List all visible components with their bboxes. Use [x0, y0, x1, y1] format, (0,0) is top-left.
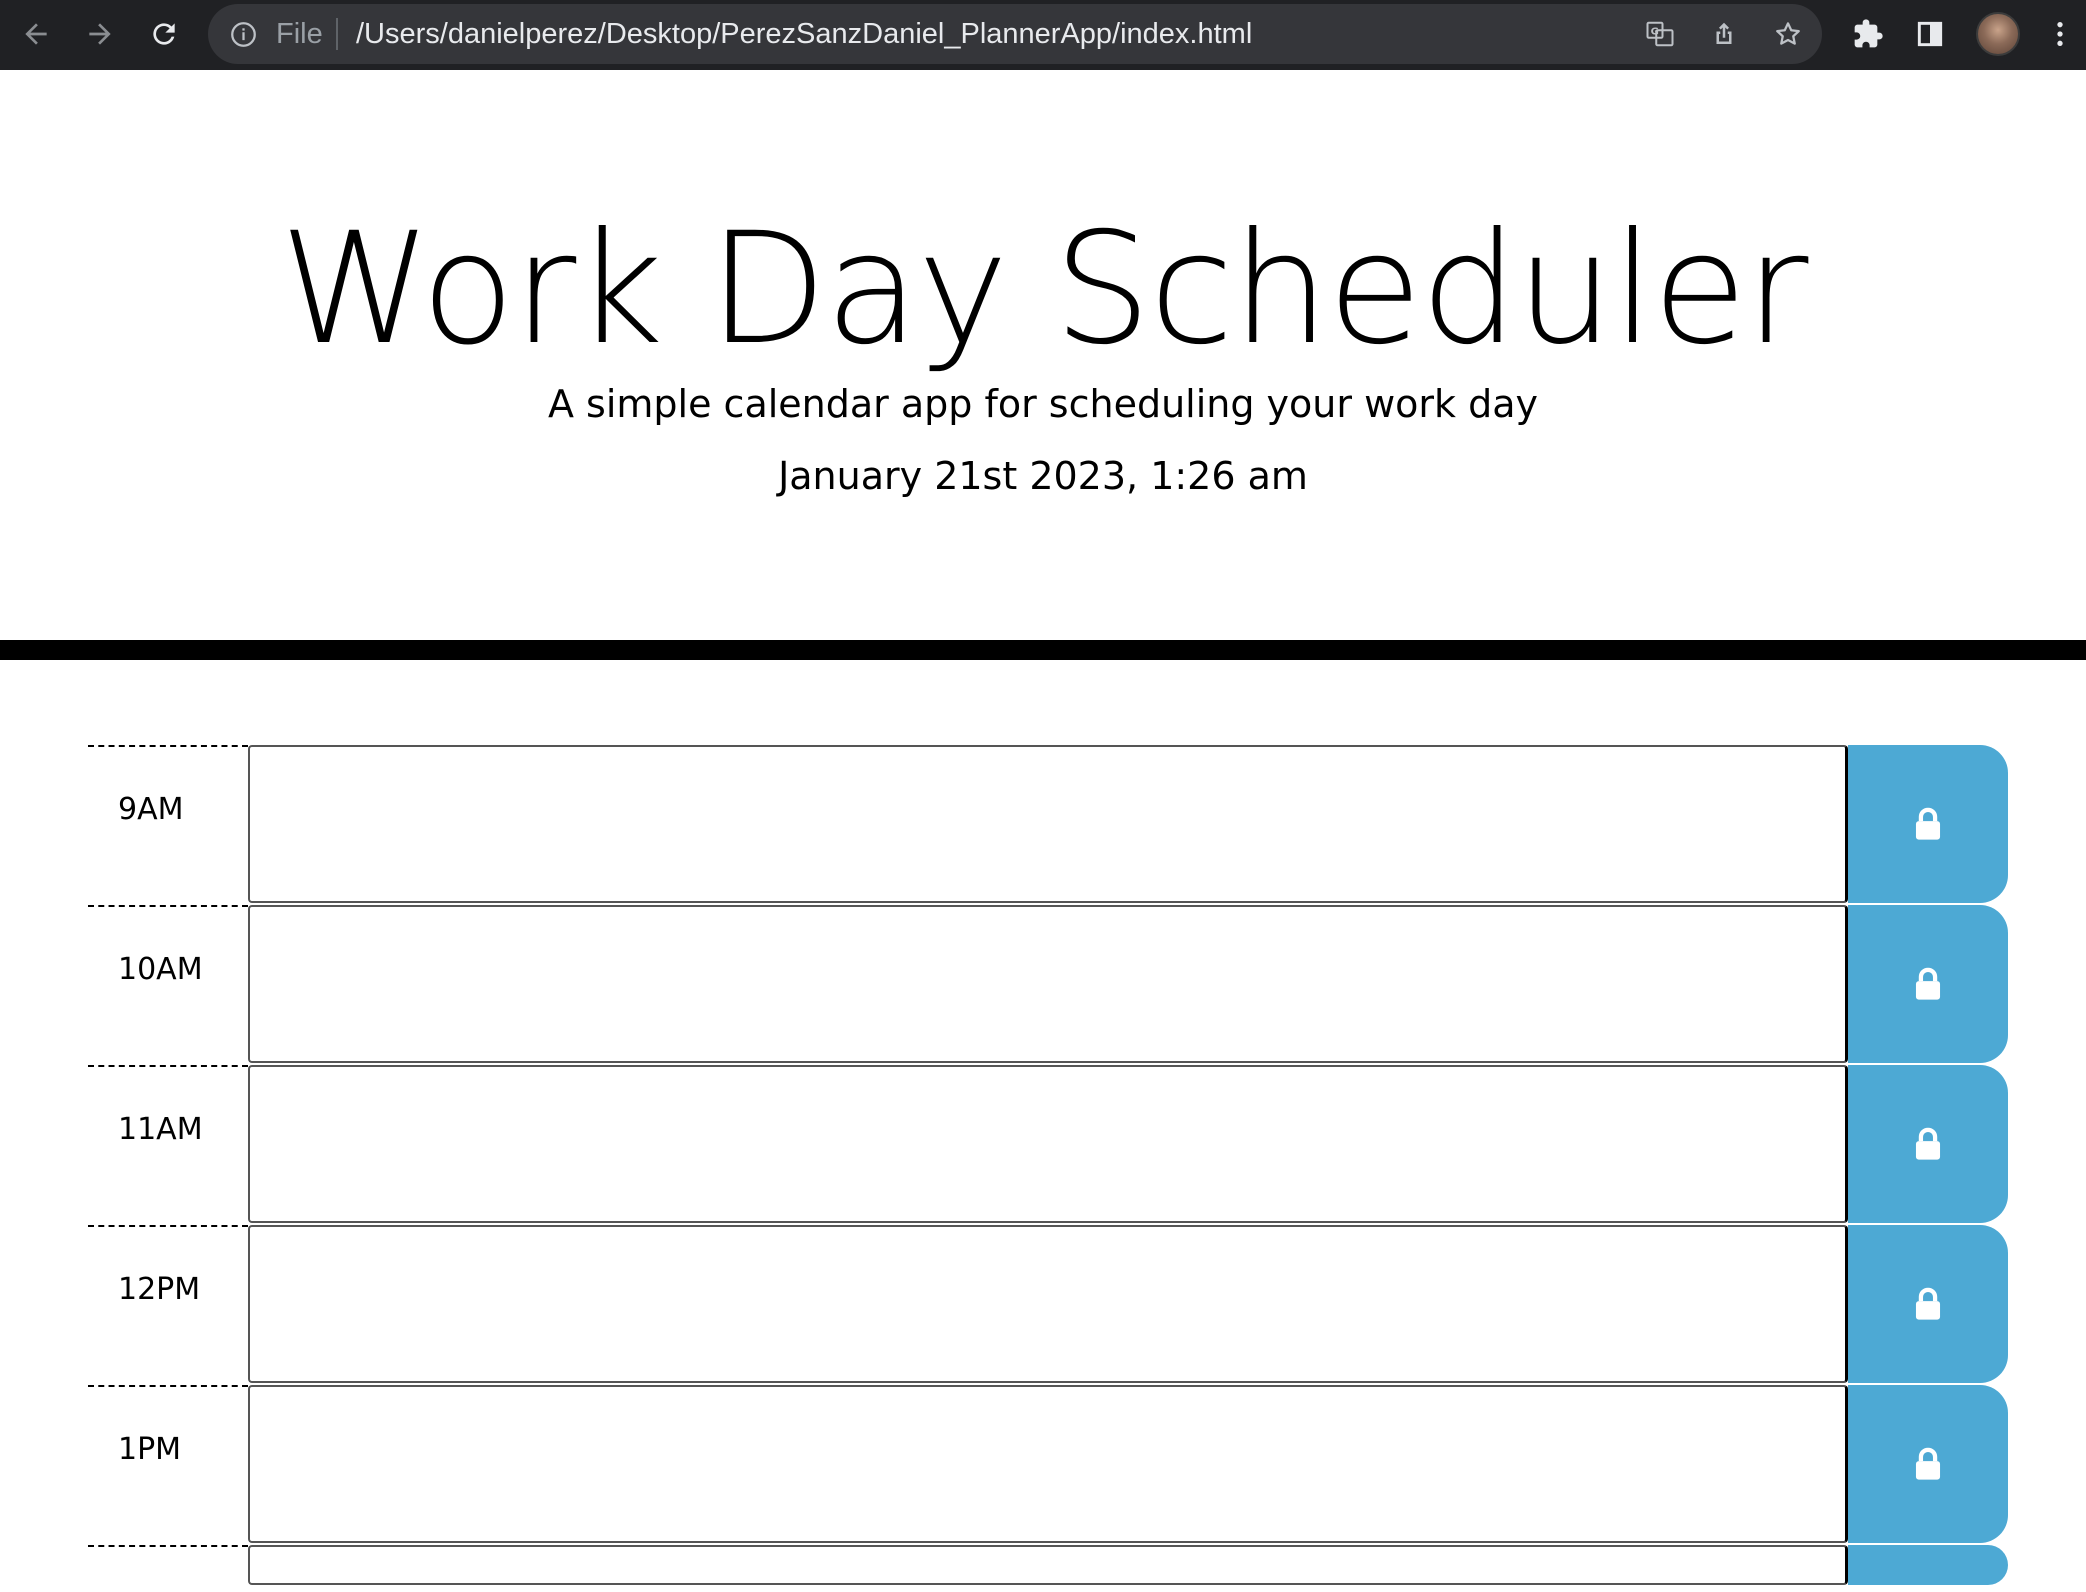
event-description-input[interactable] [248, 1385, 1848, 1543]
save-button[interactable] [1848, 1225, 2008, 1383]
svg-text:G: G [1651, 27, 1659, 38]
save-button[interactable] [1848, 1545, 2008, 1585]
reload-button[interactable] [138, 8, 190, 60]
bookmark-button[interactable] [1770, 16, 1806, 52]
hour-label: 9AM [88, 745, 248, 905]
translate-button[interactable]: G [1642, 16, 1678, 52]
hour-label: 10AM [88, 905, 248, 1065]
lock-icon [1915, 1127, 1941, 1160]
event-description-input[interactable] [248, 1065, 1848, 1223]
info-icon[interactable] [230, 21, 257, 48]
save-button[interactable] [1848, 745, 2008, 903]
hour-label [88, 1545, 248, 1592]
page-title: Work Day Scheduler [279, 200, 1809, 379]
side-panel-icon [1917, 21, 1943, 47]
lock-icon [1915, 967, 1941, 1000]
side-panel-button[interactable] [1908, 12, 1952, 56]
browser-toolbar: File /Users/danielperez/Desktop/PerezSan… [0, 0, 2086, 70]
event-description-input[interactable] [248, 1225, 1848, 1383]
url-scheme-label: File [276, 18, 323, 50]
time-block: 10AM [88, 905, 2008, 1065]
event-description-input[interactable] [248, 1545, 1848, 1585]
forward-button[interactable] [74, 8, 126, 60]
share-icon [1716, 22, 1732, 44]
event-description-input[interactable] [248, 745, 1848, 903]
more-vertical-icon [2057, 22, 2063, 46]
time-block: 11AM [88, 1065, 2008, 1225]
time-block: 1PM [88, 1385, 2008, 1545]
extensions-button[interactable] [1846, 12, 1890, 56]
translate-icon: G [1646, 21, 1674, 47]
time-block: 9AM [88, 745, 2008, 905]
event-description-input[interactable] [248, 905, 1848, 1063]
time-block-container: 9AM 10AM 11AM 12PM 1PM [88, 745, 2008, 1585]
puzzle-icon [1854, 19, 1883, 48]
time-block [88, 1545, 2008, 1585]
hour-label: 12PM [88, 1225, 248, 1385]
time-block: 12PM [88, 1225, 2008, 1385]
profile-avatar[interactable] [1976, 12, 2020, 56]
hour-label: 1PM [88, 1385, 248, 1545]
url-separator [336, 18, 338, 50]
arrow-right-icon [89, 23, 111, 45]
arrow-left-icon [25, 23, 47, 45]
address-bar[interactable]: File /Users/danielperez/Desktop/PerezSan… [208, 4, 1822, 64]
reload-icon [153, 23, 175, 45]
lock-icon [1915, 1287, 1941, 1320]
share-button[interactable] [1706, 16, 1742, 52]
hour-label: 11AM [88, 1065, 248, 1225]
save-button[interactable] [1848, 905, 2008, 1063]
jumbotron-header: Work Day Scheduler A simple calendar app… [0, 70, 2086, 660]
current-day: January 21st 2023, 1:26 am [778, 454, 1308, 498]
save-button[interactable] [1848, 1065, 2008, 1223]
menu-button[interactable] [2038, 12, 2082, 56]
lock-icon [1915, 807, 1941, 840]
page-subtitle: A simple calendar app for scheduling you… [547, 382, 1539, 426]
back-button[interactable] [10, 8, 62, 60]
save-button[interactable] [1848, 1385, 2008, 1543]
lock-icon [1915, 1447, 1941, 1480]
star-icon [1776, 22, 1800, 45]
url-text[interactable]: /Users/danielperez/Desktop/PerezSanzDani… [356, 4, 1252, 64]
